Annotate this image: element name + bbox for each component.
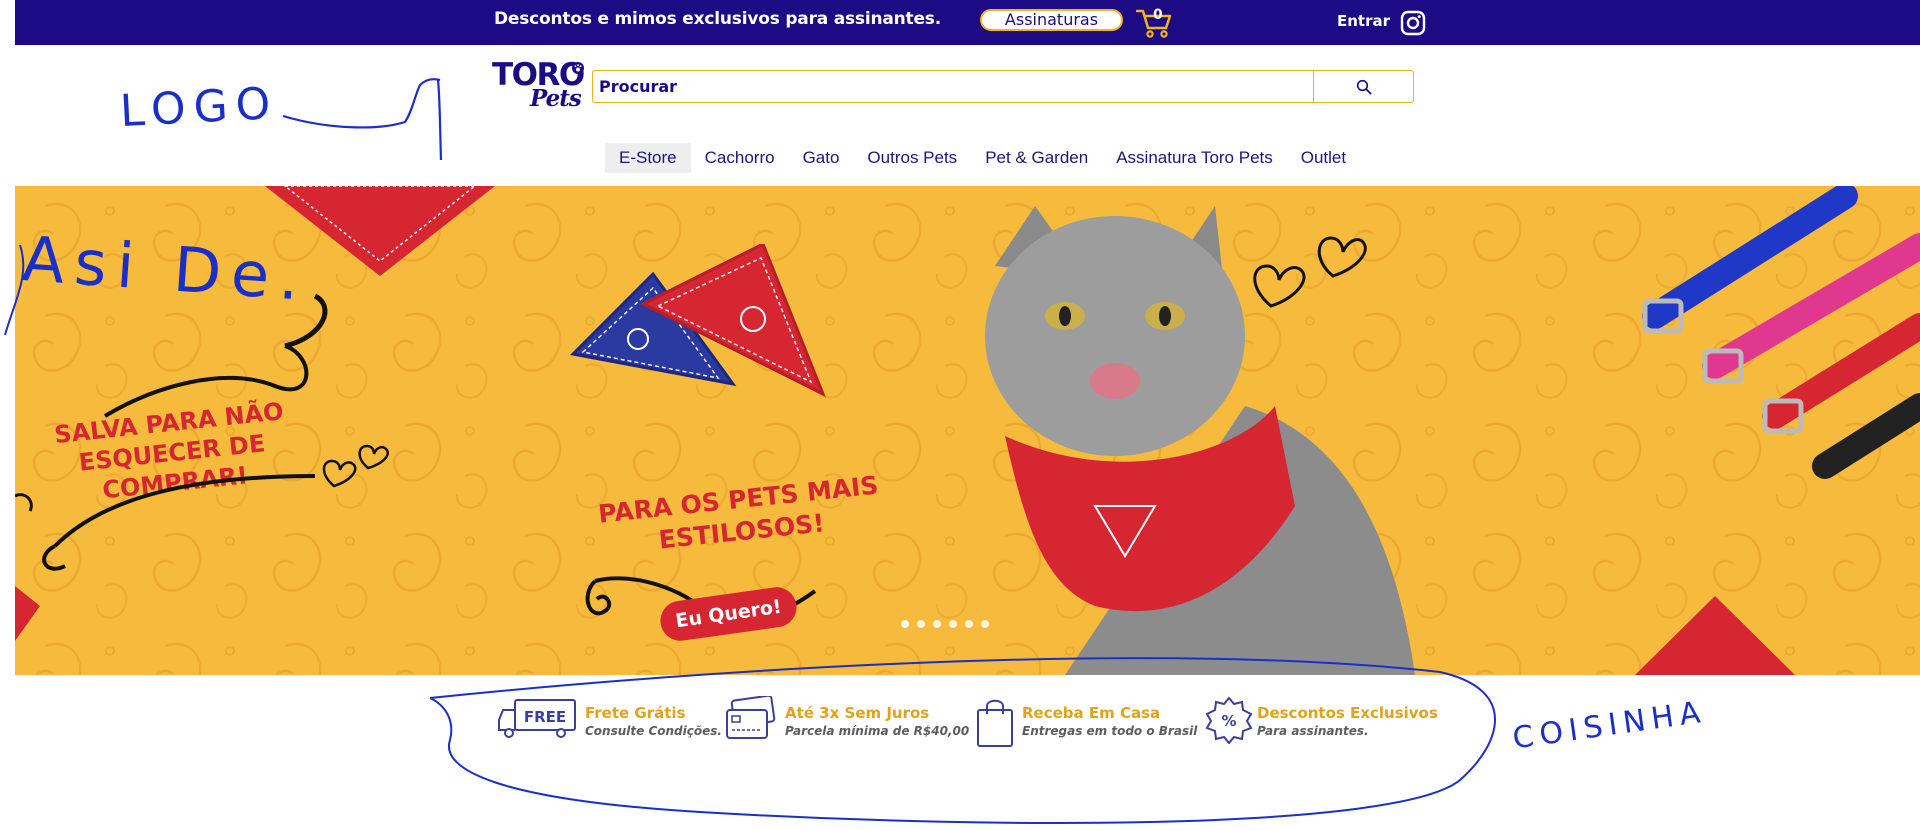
annotation-logo: LOGO	[118, 77, 280, 138]
